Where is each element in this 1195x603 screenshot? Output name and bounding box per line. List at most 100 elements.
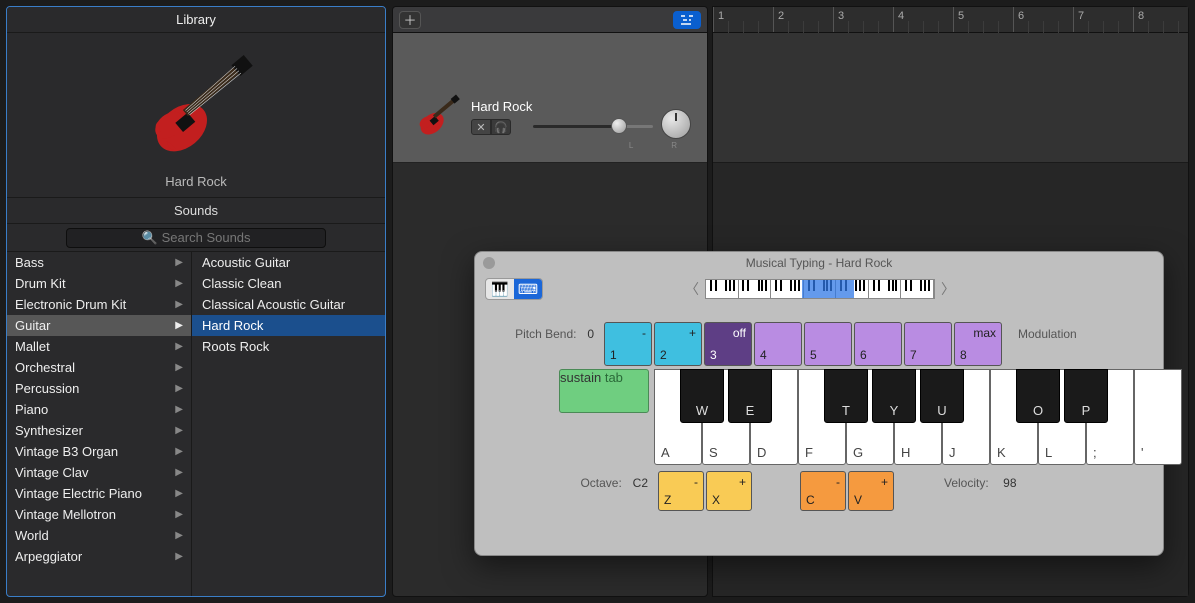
octave-key[interactable]: -Z [658,471,704,511]
view-mode-segmented[interactable]: 🎹 ⌨︎ [485,278,543,300]
category-item[interactable]: Orchestral▶ [7,357,191,378]
sustain-label: sustain [560,370,601,385]
octave-key[interactable]: -C [800,471,846,511]
category-item[interactable]: Piano▶ [7,399,191,420]
keyboard-range-nav: 〈 〉 [685,279,955,299]
keyboard-view-button[interactable]: ⌨︎ [514,279,542,299]
timeline-ruler[interactable]: 12345678 [713,7,1188,33]
mute-button[interactable]: ✕ [471,119,491,135]
chevron-right-icon: ▶ [175,546,183,567]
library-panel: Library Hard Rock Sounds [6,6,386,597]
track-mini-buttons: ✕ 🎧 [471,119,511,135]
chevron-right-icon: ▶ [175,378,183,399]
ruler-bar: 7 [1073,7,1084,32]
category-item[interactable]: Arpeggiator▶ [7,546,191,567]
pitch-mod-keys: -1+2off34567max8 [604,322,1002,366]
pitch-mod-key[interactable]: -1 [604,322,652,366]
range-prev-button[interactable]: 〈 [685,279,699,299]
musical-typing-window[interactable]: Musical Typing - Hard Rock 🎹 ⌨︎ 〈 〉 Pitc… [474,251,1164,556]
library-preview: Hard Rock [7,33,385,198]
chevron-right-icon: ▶ [175,273,183,294]
pitch-mod-key[interactable]: 6 [854,322,902,366]
chevron-right-icon: ▶ [175,462,183,483]
ruler-bar: 8 [1133,7,1144,32]
timeline-lane[interactable] [713,33,1188,163]
octave-value: C2 [633,476,648,490]
chevron-right-icon: ▶ [175,504,183,525]
pitch-mod-key[interactable]: off3 [704,322,752,366]
track-filter-button[interactable] [673,11,701,29]
sounds-search[interactable]: 🔍 Search Sounds [7,224,385,252]
sounds-header: Sounds [7,198,385,224]
white-key[interactable]: ' [1134,369,1182,465]
category-item[interactable]: Bass▶ [7,252,191,273]
range-next-button[interactable]: 〉 [941,279,955,299]
chevron-right-icon: ▶ [175,357,183,378]
pitch-bend-label: Pitch Bend: [515,327,576,341]
category-column[interactable]: Bass▶Drum Kit▶Electronic Drum Kit▶Guitar… [7,252,192,596]
volume-slider[interactable] [533,121,653,131]
black-key[interactable]: T [824,369,868,423]
black-key[interactable]: Y [872,369,916,423]
piano-keyboard[interactable]: ASDFGHJKL;'WETYUOP [654,369,1184,465]
solo-button[interactable]: 🎧 [491,119,511,135]
preset-item[interactable]: Roots Rock [192,336,385,357]
preset-item[interactable]: Classical Acoustic Guitar [192,294,385,315]
category-item[interactable]: Percussion▶ [7,378,191,399]
track-name: Hard Rock [471,99,532,114]
chevron-right-icon: ▶ [175,399,183,420]
pan-knob[interactable] [661,109,691,139]
category-item[interactable]: Vintage Electric Piano▶ [7,483,191,504]
octave-velocity-keys: -Z+X -C+V [658,471,894,511]
pitch-mod-key[interactable]: 7 [904,322,952,366]
ruler-bar: 5 [953,7,964,32]
sustain-key[interactable]: sustain tab [559,369,649,413]
octave-key[interactable]: +V [848,471,894,511]
chevron-right-icon: ▶ [175,525,183,546]
black-key[interactable]: P [1064,369,1108,423]
pitch-bend-value: 0 [587,327,594,341]
category-item[interactable]: Mallet▶ [7,336,191,357]
guitar-icon [407,87,467,150]
category-item[interactable]: Vintage Mellotron▶ [7,504,191,525]
preset-item[interactable]: Classic Clean [192,273,385,294]
library-preview-name: Hard Rock [7,174,385,189]
pitch-mod-key[interactable]: +2 [654,322,702,366]
chevron-right-icon: ▶ [175,294,183,315]
mini-keyboard-range[interactable] [705,279,935,299]
black-key[interactable]: O [1016,369,1060,423]
velocity-value: 98 [1003,476,1016,490]
black-key[interactable]: U [920,369,964,423]
category-item[interactable]: Synthesizer▶ [7,420,191,441]
preset-item[interactable]: Acoustic Guitar [192,252,385,273]
window-titlebar[interactable]: Musical Typing - Hard Rock [475,252,1163,274]
category-item[interactable]: Guitar▶ [7,315,191,336]
category-item[interactable]: World▶ [7,525,191,546]
pitch-mod-key[interactable]: 5 [804,322,852,366]
track-toolbar: ＋ [393,7,707,33]
chevron-right-icon: ▶ [175,336,183,357]
ruler-bar: 2 [773,7,784,32]
chevron-right-icon: ▶ [175,315,183,336]
black-key[interactable]: E [728,369,772,423]
ruler-bar: 4 [893,7,904,32]
category-item[interactable]: Drum Kit▶ [7,273,191,294]
preset-column[interactable]: Acoustic GuitarClassic CleanClassical Ac… [192,252,385,596]
category-item[interactable]: Electronic Drum Kit▶ [7,294,191,315]
ruler-bar: 6 [1013,7,1024,32]
close-icon[interactable] [483,257,495,269]
preset-item[interactable]: Hard Rock [192,315,385,336]
chevron-right-icon: ▶ [175,441,183,462]
category-item[interactable]: Vintage B3 Organ▶ [7,441,191,462]
category-item[interactable]: Vintage Clav▶ [7,462,191,483]
piano-view-button[interactable]: 🎹 [486,279,514,299]
octave-key[interactable]: +X [706,471,752,511]
track-row[interactable]: Hard Rock ✕ 🎧 L R [393,33,707,163]
chevron-right-icon: ▶ [175,252,183,273]
octave-label: Octave: [580,476,621,490]
pitch-mod-key[interactable]: max8 [954,322,1002,366]
black-key[interactable]: W [680,369,724,423]
window-title: Musical Typing - Hard Rock [746,256,893,270]
pitch-mod-key[interactable]: 4 [754,322,802,366]
add-track-button[interactable]: ＋ [399,11,421,29]
